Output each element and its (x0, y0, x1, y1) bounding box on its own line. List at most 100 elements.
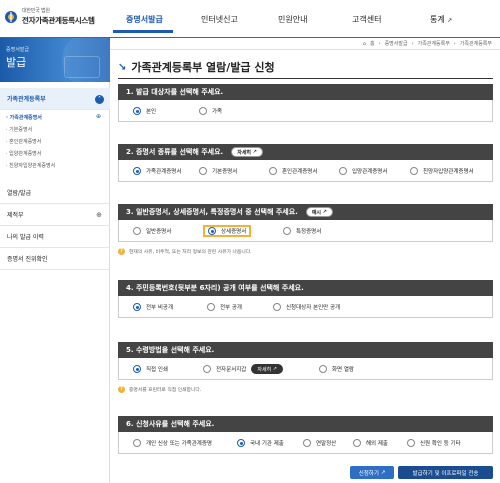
nav-customer-center[interactable]: 고객센터 (352, 14, 381, 25)
radio-domestic-agency[interactable]: 국내 기관 제출 (233, 437, 288, 449)
sidebar-item-label: 제적부 (7, 212, 24, 219)
logo-title: 전자가족관계등록시스템 (22, 16, 95, 25)
radio-label: 가족관계증명서 (146, 169, 182, 175)
sidebar-sub-marriage-cert[interactable]: · 혼인관계증명서 (6, 138, 41, 145)
sidebar-banner: 증명서발급 발급 (0, 38, 110, 82)
page-title-text: 가족관계등록부 열람/발급 신청 (131, 61, 275, 74)
radio-family-cert[interactable]: 가족관계증명서 (129, 165, 185, 177)
note-text: 현재의 사유, 비주적, 또는 처리 정보의 관련 사유가 나옵니다. (129, 250, 252, 255)
radio-checked-icon (208, 227, 216, 235)
radio-general-cert[interactable]: 일반증명서 (129, 225, 175, 237)
radio-marriage-cert[interactable]: 혼인관계증명서 (265, 165, 321, 177)
radio-unchecked-icon (410, 167, 418, 175)
detail-button[interactable]: 자세히 ↗ (231, 147, 263, 157)
external-link-icon: ↗ (272, 366, 277, 372)
radio-tax[interactable]: 연말정산 (299, 437, 340, 449)
radio-adoption-cert[interactable]: 입양관계증명서 (335, 165, 391, 177)
banner-title: 발급 (6, 56, 27, 69)
sidebar-item-view-issue[interactable]: 열람/발급 (0, 182, 110, 204)
section-heading: 3. 일반증명서, 상세증명서, 특정증명서 중 선택해 주세요. 예시 ↗ (118, 204, 493, 220)
sidebar-sub-basic-cert[interactable]: · 기본증명서 (6, 126, 32, 133)
radio-label: 국내 기관 제출 (250, 441, 284, 447)
example-button[interactable]: 예시 ↗ (305, 207, 333, 217)
radio-unchecked-icon (283, 227, 291, 235)
logo-subtitle: 대한민국 법원 (22, 8, 50, 14)
radio-overseas[interactable]: 해외 제출 (349, 437, 392, 449)
sidebar-sub-adoption-cert[interactable]: · 입양관계증명서 (6, 150, 41, 157)
radio-self[interactable]: 본인 (129, 105, 160, 117)
title-arrow-icon: ↘ (118, 61, 127, 73)
breadcrumb-item[interactable]: 증명서발급 (385, 40, 408, 47)
radio-personal[interactable]: 개인 신상 또는 가족관계증명 (129, 437, 216, 449)
radio-screen-view[interactable]: 화면 열람 (315, 363, 358, 375)
section-heading: 6. 신청사유를 선택해 주세요. (118, 416, 493, 432)
chevron-up-icon[interactable]: ˄ (95, 95, 104, 104)
sidebar-item-label: 열람/발급 (7, 190, 32, 197)
sidebar-item-label: 가족관계등록부 (7, 96, 46, 103)
section-heading: 1. 발급 대상자를 선택해 주세요. (118, 84, 493, 100)
breadcrumb-separator: › (411, 40, 414, 47)
plus-icon[interactable]: ⊕ (96, 113, 101, 120)
section-cert-detail: 3. 일반증명서, 상세증명서, 특정증명서 중 선택해 주세요. 예시 ↗ 일… (118, 204, 493, 242)
radio-label: 일반증명서 (146, 229, 172, 235)
section-target: 1. 발급 대상자를 선택해 주세요. 본인 가족 (118, 84, 493, 122)
radio-basic-cert[interactable]: 기본증명서 (195, 165, 241, 177)
nav-certificate[interactable]: 증명서발급 (126, 14, 163, 25)
radio-all-public[interactable]: 전부 공개 (203, 301, 246, 313)
section-options: 개인 신상 또는 가족관계증명 국내 기관 제출 연말정산 해외 제출 신원 확… (118, 432, 493, 454)
issue-submit-button[interactable]: 발급하기 및 이프로파일 전송 (398, 466, 493, 479)
home-icon[interactable]: ⌂ (363, 41, 366, 47)
radio-family[interactable]: 가족 (195, 105, 226, 117)
section-heading: 4. 주민등록번호(뒷부분 6자리) 공개 여부를 선택해 주세요. (118, 280, 493, 296)
sidebar-sub-full-adoption-cert[interactable]: · 친양자입양관계증명서 (6, 162, 55, 169)
radio-direct-print[interactable]: 직접 인쇄 (129, 363, 172, 375)
radio-checked-icon (133, 303, 141, 311)
sidebar-sub-family-cert[interactable]: · 가족관계증명서 (6, 114, 42, 121)
detail-button[interactable]: 자세히 ↗ (251, 364, 283, 374)
radio-self-only-public[interactable]: 신청대상자 본인만 공개 (269, 301, 344, 313)
nav-statistics[interactable]: 통계 ↗ (430, 14, 452, 25)
info-icon: ? (118, 386, 125, 393)
plus-icon[interactable]: ⊕ (96, 211, 102, 219)
sidebar-item-verify[interactable]: 증명서 진위확인 (0, 248, 110, 270)
radio-label: 신청대상자 본인만 공개 (286, 305, 341, 311)
section-rrn-disclosure: 4. 주민등록번호(뒷부분 6자리) 공개 여부를 선택해 주세요. 전부 비공… (118, 280, 493, 318)
breadcrumb-item: 가족관계등록부 (459, 41, 492, 47)
nav-civil-info[interactable]: 민원안내 (278, 14, 307, 25)
radio-identity-other[interactable]: 신원 확인 등 기타 (403, 437, 465, 449)
main-content: ↘ 가족관계등록부 열람/발급 신청 1. 발급 대상자를 선택해 주세요. 본… (110, 50, 500, 483)
radio-full-adoption-cert[interactable]: 친양자입양관계증명서 (406, 165, 478, 177)
radio-unchecked-icon (199, 167, 207, 175)
site-logo[interactable]: 대한민국 법원 전자가족관계등록시스템 (4, 7, 95, 26)
radio-label: 전부 비공개 (146, 305, 174, 311)
detail-label: 자세히 (257, 366, 272, 373)
radio-label: 특정증명서 (296, 229, 322, 235)
radio-unchecked-icon (203, 365, 211, 373)
sidebar-item-removed-register[interactable]: 제적부 ⊕ (0, 204, 110, 226)
sidebar-item-family-register[interactable]: 가족관계등록부 ˄ (0, 88, 110, 110)
detail-label: 예시 (311, 209, 322, 216)
radio-label: 기본증명서 (212, 169, 238, 175)
sidebar-item-label: 나의 발급 이력 (7, 234, 44, 241)
section-reason: 6. 신청사유를 선택해 주세요. 개인 신상 또는 가족관계증명 국내 기관 … (118, 416, 493, 454)
external-link-icon: ↗ (447, 17, 453, 24)
apply-button[interactable]: 신청하기 ↗ (350, 466, 394, 479)
radio-unchecked-icon (273, 303, 281, 311)
breadcrumb-separator: › (453, 40, 456, 47)
radio-specific-cert[interactable]: 특정증명서 (279, 225, 325, 237)
breadcrumb-item[interactable]: 가족관계등록부 (418, 40, 450, 47)
radio-label: 개인 신상 또는 가족관계증명 (146, 441, 212, 447)
radio-detailed-cert[interactable]: 상세증명서 (203, 225, 252, 237)
external-link-icon: ↗ (380, 469, 386, 476)
radio-unchecked-icon (199, 107, 207, 115)
nav-report[interactable]: 인터넷신고 (201, 14, 238, 25)
radio-unchecked-icon (319, 365, 327, 373)
radio-e-wallet[interactable]: 전자문서지갑 자세히 ↗ (199, 363, 287, 375)
radio-label: 직접 인쇄 (146, 367, 168, 373)
breadcrumb-item[interactable]: 홈 (370, 40, 375, 47)
radio-all-private[interactable]: 전부 비공개 (129, 301, 177, 313)
nav-statistics-label: 통계 (430, 15, 445, 24)
section-options: 전부 비공개 전부 공개 신청대상자 본인만 공개 (118, 296, 493, 318)
sidebar-item-my-history[interactable]: 나의 발급 이력 (0, 226, 110, 248)
radio-unchecked-icon (303, 439, 311, 447)
